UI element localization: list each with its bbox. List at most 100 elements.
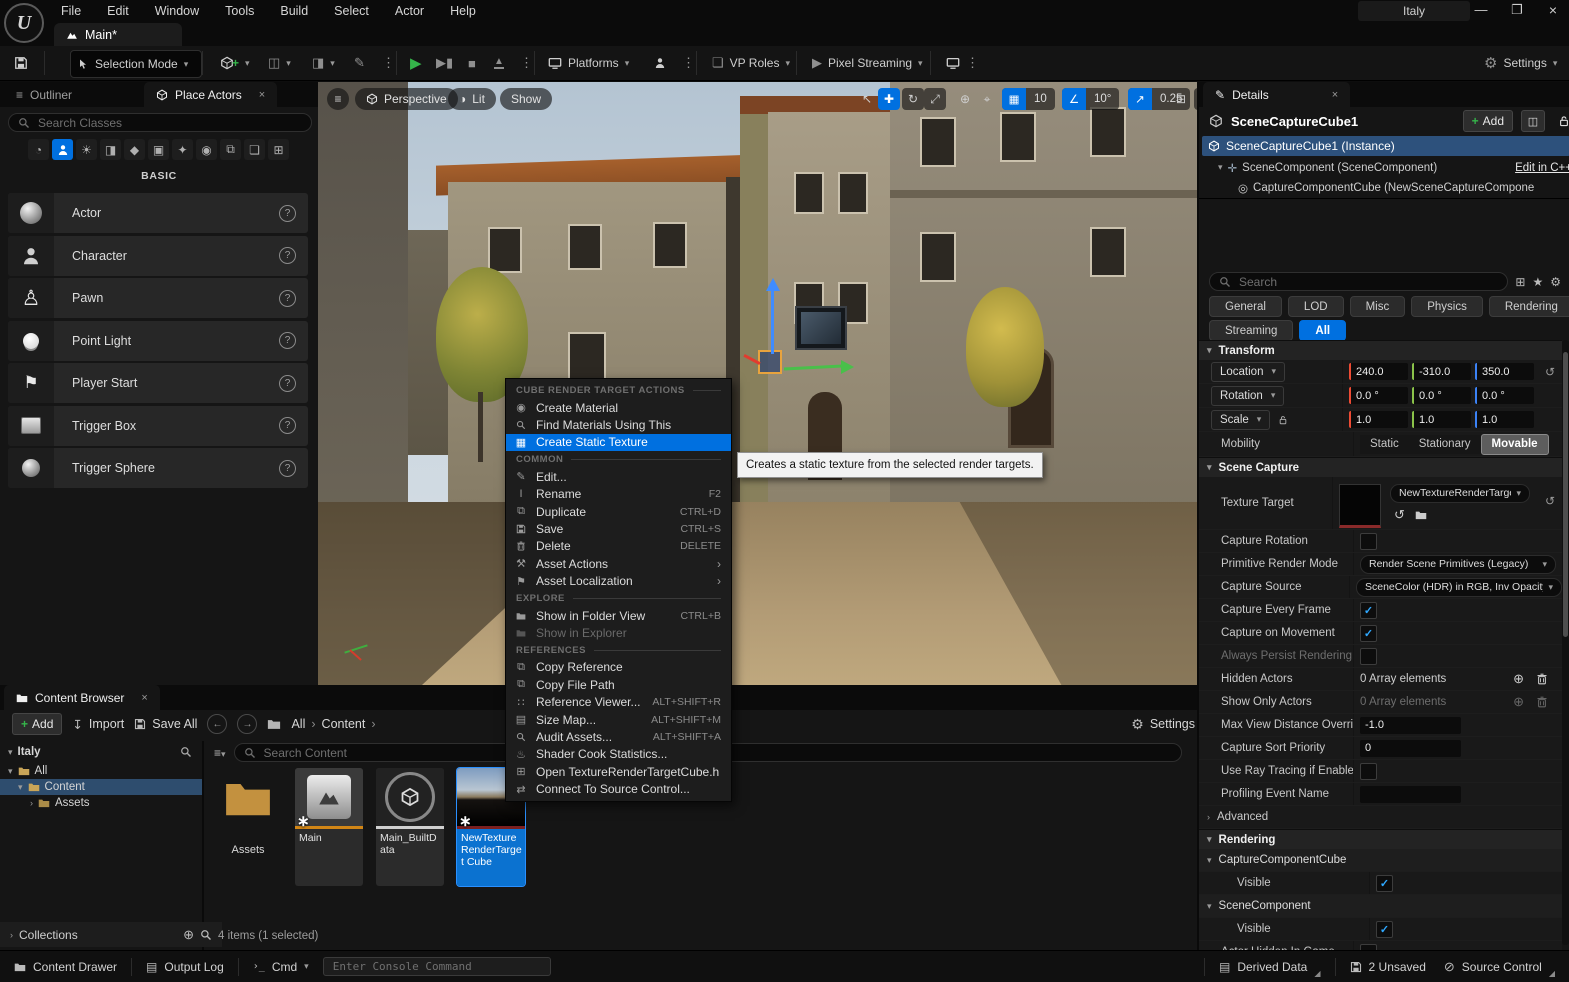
output-log-button[interactable]: ▤ Output Log bbox=[132, 951, 238, 982]
location-y-input[interactable]: -310.0 bbox=[1412, 363, 1471, 380]
unsaved-button[interactable]: 2 Unsaved bbox=[1336, 951, 1440, 982]
filter-all[interactable]: All bbox=[1299, 320, 1346, 341]
menu-actor[interactable]: Actor bbox=[382, 0, 437, 22]
actor-item-character[interactable]: Character ? bbox=[8, 236, 308, 276]
edit-in-cpp-link[interactable]: Edit in C++ bbox=[1515, 162, 1569, 174]
search-classes-input[interactable] bbox=[36, 115, 302, 131]
tree-search-icon[interactable] bbox=[180, 746, 192, 758]
ctx-edit[interactable]: ✎ Edit... bbox=[506, 468, 731, 485]
cinematic-category-icon[interactable]: ◨ bbox=[100, 139, 121, 160]
derived-data-button[interactable]: ▤ Derived Data ◢ bbox=[1205, 951, 1335, 982]
recently-placed-icon[interactable]: ◔ bbox=[28, 139, 49, 160]
add-array-element-icon[interactable]: ⊕ bbox=[1513, 671, 1524, 687]
actor-item-point-light[interactable]: Point Light ? bbox=[8, 321, 308, 361]
ctx-connect-source-control[interactable]: ⇄ Connect To Source Control... bbox=[506, 780, 731, 797]
platforms-dropdown[interactable]: Platforms ▾ bbox=[542, 50, 635, 76]
save-level-button[interactable] bbox=[8, 50, 34, 76]
toolbar-overflow[interactable]: ⋮ bbox=[376, 50, 401, 76]
menu-edit[interactable]: Edit bbox=[94, 0, 142, 22]
max-view-distance-input[interactable]: -1.0 bbox=[1360, 717, 1461, 734]
details-settings-icon[interactable]: ⚙ bbox=[1550, 275, 1561, 289]
ctx-show-in-folder-view[interactable]: Show in Folder View CTRL+B bbox=[506, 607, 731, 624]
tree-item-all[interactable]: ▾ All bbox=[0, 763, 202, 779]
tree-item-assets[interactable]: › Assets bbox=[0, 795, 202, 811]
ctx-find-materials[interactable]: Find Materials Using This bbox=[506, 416, 731, 433]
details-search-box[interactable] bbox=[1209, 272, 1508, 291]
level-viewport[interactable]: ≡ Perspective ◑ Lit Show ↖ ✚ ↻ ⤢ ⊕ ⌖ ▦ 1… bbox=[318, 82, 1197, 685]
close-icon[interactable]: × bbox=[1332, 89, 1338, 101]
shapes-category-icon[interactable]: ◆ bbox=[124, 139, 145, 160]
capture-every-frame-checkbox[interactable]: ✓ bbox=[1360, 602, 1377, 619]
cmd-dropdown[interactable]: ›_ Cmd ▾ bbox=[239, 951, 323, 982]
capture-rotation-checkbox[interactable] bbox=[1360, 533, 1377, 550]
ctx-open-header[interactable]: ⊞ Open TextureRenderTargetCube.h bbox=[506, 763, 731, 780]
forward-button[interactable]: → bbox=[237, 714, 257, 734]
trash-icon[interactable] bbox=[1536, 673, 1548, 685]
collections-search-icon[interactable] bbox=[200, 929, 212, 941]
details-search-input[interactable] bbox=[1237, 274, 1498, 290]
ctx-copy-file-path[interactable]: ⧉ Copy File Path bbox=[506, 676, 731, 693]
ctx-audit-assets[interactable]: Audit Assets... ALT+SHIFT+A bbox=[506, 728, 731, 745]
rotation-y-input[interactable]: 0.0 ° bbox=[1412, 387, 1471, 404]
breadcrumb-all[interactable]: All bbox=[291, 717, 305, 731]
tab-details[interactable]: ✎ Details × bbox=[1203, 82, 1350, 107]
menu-file[interactable]: File bbox=[48, 0, 94, 22]
add-actor-button[interactable]: + ▾ bbox=[214, 50, 256, 76]
maximize-viewport-button[interactable]: ⊞ bbox=[1170, 88, 1192, 110]
help-icon[interactable]: ? bbox=[279, 290, 296, 307]
console-command-input[interactable] bbox=[331, 959, 543, 974]
primitive-render-mode-dropdown[interactable]: Render Scene Primitives (Legacy) ▾ bbox=[1360, 555, 1556, 574]
filter-icon[interactable]: ≡▾ bbox=[214, 746, 226, 760]
actor-item-trigger-sphere[interactable]: Trigger Sphere ? bbox=[8, 448, 308, 488]
ctx-size-map[interactable]: ▤ Size Map... ALT+SHIFT+M bbox=[506, 711, 731, 728]
editor-modes-button[interactable]: ✎ bbox=[348, 50, 371, 76]
trash-icon[interactable] bbox=[1536, 696, 1548, 708]
help-icon[interactable]: ? bbox=[279, 375, 296, 392]
gizmo-selected-cube[interactable] bbox=[758, 350, 782, 374]
filter-misc[interactable]: Misc bbox=[1350, 296, 1406, 317]
always-persist-checkbox[interactable] bbox=[1360, 648, 1377, 665]
close-icon[interactable]: × bbox=[259, 89, 265, 101]
capture-source-dropdown[interactable]: SceneColor (HDR) in RGB, Inv Opacity ▾ bbox=[1356, 578, 1562, 597]
grid-snap-control[interactable]: ▦ 10 bbox=[1002, 88, 1055, 110]
rotation-x-input[interactable]: 0.0 ° bbox=[1349, 387, 1408, 404]
section-transform[interactable]: ▾ Transform bbox=[1199, 340, 1562, 360]
browse-to-asset-icon[interactable] bbox=[1415, 509, 1427, 521]
lock-button[interactable] bbox=[1553, 111, 1569, 131]
eject-button[interactable]: ▲ bbox=[488, 50, 510, 76]
basic-category-icon[interactable] bbox=[52, 139, 73, 160]
stop-button[interactable]: ■ bbox=[462, 50, 482, 76]
texture-target-dropdown[interactable]: NewTextureRenderTarge ▾ bbox=[1390, 484, 1530, 503]
cb-add-button[interactable]: + Add bbox=[12, 713, 62, 735]
rotation-dropdown[interactable]: Rotation▾ bbox=[1211, 386, 1284, 406]
filter-general[interactable]: General bbox=[1209, 296, 1282, 317]
visible-checkbox[interactable]: ✓ bbox=[1376, 875, 1393, 892]
section-rendering[interactable]: ▾ Rendering bbox=[1199, 829, 1562, 849]
cb-settings-button[interactable]: ⚙ Settings bbox=[1131, 716, 1195, 733]
scale-y-input[interactable]: 1.0 bbox=[1412, 411, 1471, 428]
filter-lod[interactable]: LOD bbox=[1288, 296, 1344, 317]
ctx-duplicate[interactable]: ⧉ Duplicate CTRL+D bbox=[506, 503, 731, 520]
help-icon[interactable]: ? bbox=[279, 247, 296, 264]
location-dropdown[interactable]: Location▾ bbox=[1211, 362, 1285, 382]
multi-user-options[interactable]: ⋮ bbox=[676, 50, 701, 76]
ctx-create-material[interactable]: ◉ Create Material bbox=[506, 399, 731, 416]
capture-sort-priority-input[interactable]: 0 bbox=[1360, 740, 1461, 757]
help-icon[interactable]: ? bbox=[279, 205, 296, 222]
virtual-camera-button[interactable]: ⋮ bbox=[940, 50, 985, 76]
help-icon[interactable]: ? bbox=[279, 417, 296, 434]
ctx-shader-cook-statistics[interactable]: ♨ Shader Cook Statistics... bbox=[506, 746, 731, 763]
details-scrollbar[interactable] bbox=[1562, 340, 1569, 945]
vp-roles-dropdown[interactable]: ❏ VP Roles ▾ bbox=[706, 50, 796, 76]
close-button[interactable]: × bbox=[1538, 0, 1568, 22]
tab-content-browser[interactable]: Content Browser × bbox=[4, 685, 160, 710]
tab-outliner[interactable]: ≡ Outliner bbox=[4, 82, 84, 107]
ctx-create-static-texture[interactable]: ▦ Create Static Texture bbox=[506, 434, 731, 451]
search-classes-box[interactable] bbox=[8, 113, 312, 132]
actor-item-trigger-box[interactable]: Trigger Box ? bbox=[8, 406, 308, 446]
blueprints-dropdown[interactable]: ◫ ▾ bbox=[262, 50, 297, 76]
add-collection-icon[interactable]: ⊕ bbox=[183, 927, 194, 943]
scale-x-input[interactable]: 1.0 bbox=[1349, 411, 1408, 428]
asset-item-assets-folder[interactable]: Assets bbox=[214, 773, 282, 891]
unreal-logo[interactable]: U bbox=[4, 3, 44, 43]
